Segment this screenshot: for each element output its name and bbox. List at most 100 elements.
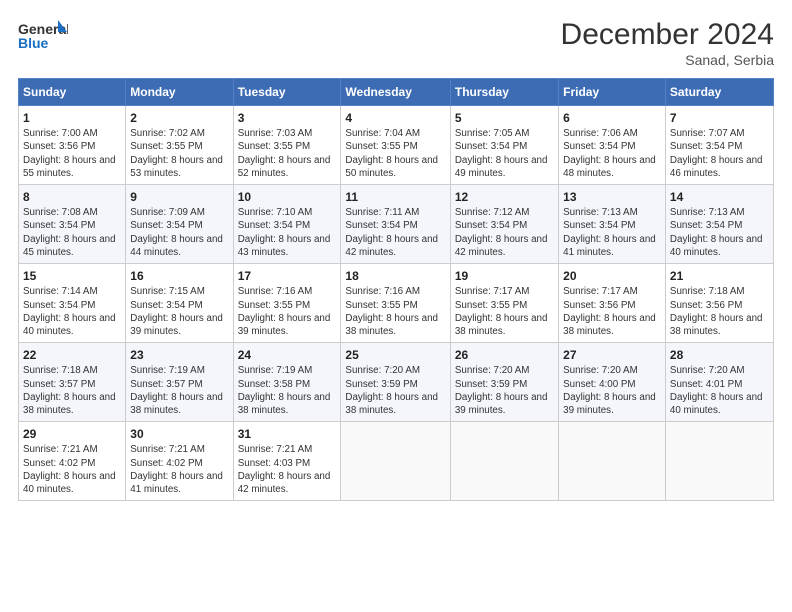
- calendar-cell: 5Sunrise: 7:05 AMSunset: 3:54 PMDaylight…: [450, 106, 558, 185]
- day-number: 26: [455, 347, 554, 363]
- day-number: 24: [238, 347, 337, 363]
- day-info: Sunrise: 7:10 AMSunset: 3:54 PMDaylight:…: [238, 206, 337, 259]
- day-info: Sunrise: 7:21 AMSunset: 4:02 PMDaylight:…: [130, 443, 228, 496]
- day-info: Sunrise: 7:03 AMSunset: 3:55 PMDaylight:…: [238, 127, 337, 180]
- day-info: Sunrise: 7:05 AMSunset: 3:54 PMDaylight:…: [455, 127, 554, 180]
- calendar-cell: 13Sunrise: 7:13 AMSunset: 3:54 PMDayligh…: [559, 185, 666, 264]
- day-info: Sunrise: 7:09 AMSunset: 3:54 PMDaylight:…: [130, 206, 228, 259]
- weekday-header-row: SundayMondayTuesdayWednesdayThursdayFrid…: [19, 79, 774, 106]
- calendar-table: SundayMondayTuesdayWednesdayThursdayFrid…: [18, 78, 774, 501]
- day-number: 13: [563, 189, 661, 205]
- calendar-cell: 16Sunrise: 7:15 AMSunset: 3:54 PMDayligh…: [126, 264, 233, 343]
- day-number: 23: [130, 347, 228, 363]
- day-info: Sunrise: 7:15 AMSunset: 3:54 PMDaylight:…: [130, 285, 228, 338]
- svg-text:Blue: Blue: [18, 35, 49, 51]
- calendar-cell: 29Sunrise: 7:21 AMSunset: 4:02 PMDayligh…: [19, 422, 126, 501]
- day-number: 15: [23, 268, 121, 284]
- header: GeneralBlue December 2024 Sanad, Serbia: [18, 18, 774, 68]
- calendar-cell: 24Sunrise: 7:19 AMSunset: 3:58 PMDayligh…: [233, 343, 341, 422]
- calendar-cell: 18Sunrise: 7:16 AMSunset: 3:55 PMDayligh…: [341, 264, 450, 343]
- day-info: Sunrise: 7:12 AMSunset: 3:54 PMDaylight:…: [455, 206, 554, 259]
- weekday-header-wednesday: Wednesday: [341, 79, 450, 106]
- day-number: 17: [238, 268, 337, 284]
- day-info: Sunrise: 7:04 AMSunset: 3:55 PMDaylight:…: [345, 127, 445, 180]
- day-number: 11: [345, 189, 445, 205]
- weekday-header-tuesday: Tuesday: [233, 79, 341, 106]
- day-number: 21: [670, 268, 769, 284]
- day-info: Sunrise: 7:20 AMSunset: 3:59 PMDaylight:…: [345, 364, 445, 417]
- day-info: Sunrise: 7:14 AMSunset: 3:54 PMDaylight:…: [23, 285, 121, 338]
- day-number: 30: [130, 426, 228, 442]
- weekday-header-saturday: Saturday: [665, 79, 773, 106]
- day-number: 16: [130, 268, 228, 284]
- day-info: Sunrise: 7:06 AMSunset: 3:54 PMDaylight:…: [563, 127, 661, 180]
- day-info: Sunrise: 7:17 AMSunset: 3:55 PMDaylight:…: [455, 285, 554, 338]
- logo: GeneralBlue: [18, 18, 68, 54]
- page: GeneralBlue December 2024 Sanad, Serbia …: [0, 0, 792, 612]
- day-number: 2: [130, 110, 228, 126]
- calendar-cell: 15Sunrise: 7:14 AMSunset: 3:54 PMDayligh…: [19, 264, 126, 343]
- day-number: 12: [455, 189, 554, 205]
- day-info: Sunrise: 7:20 AMSunset: 3:59 PMDaylight:…: [455, 364, 554, 417]
- calendar-cell: [665, 422, 773, 501]
- calendar-cell: 11Sunrise: 7:11 AMSunset: 3:54 PMDayligh…: [341, 185, 450, 264]
- day-info: Sunrise: 7:00 AMSunset: 3:56 PMDaylight:…: [23, 127, 121, 180]
- title-area: December 2024 Sanad, Serbia: [561, 18, 774, 68]
- weekday-header-thursday: Thursday: [450, 79, 558, 106]
- day-info: Sunrise: 7:20 AMSunset: 4:00 PMDaylight:…: [563, 364, 661, 417]
- day-info: Sunrise: 7:07 AMSunset: 3:54 PMDaylight:…: [670, 127, 769, 180]
- day-number: 9: [130, 189, 228, 205]
- day-info: Sunrise: 7:16 AMSunset: 3:55 PMDaylight:…: [238, 285, 337, 338]
- calendar-week-1: 1Sunrise: 7:00 AMSunset: 3:56 PMDaylight…: [19, 106, 774, 185]
- calendar-cell: 25Sunrise: 7:20 AMSunset: 3:59 PMDayligh…: [341, 343, 450, 422]
- calendar-cell: 31Sunrise: 7:21 AMSunset: 4:03 PMDayligh…: [233, 422, 341, 501]
- calendar-cell: 7Sunrise: 7:07 AMSunset: 3:54 PMDaylight…: [665, 106, 773, 185]
- day-number: 3: [238, 110, 337, 126]
- calendar-cell: 19Sunrise: 7:17 AMSunset: 3:55 PMDayligh…: [450, 264, 558, 343]
- day-info: Sunrise: 7:20 AMSunset: 4:01 PMDaylight:…: [670, 364, 769, 417]
- calendar-cell: 14Sunrise: 7:13 AMSunset: 3:54 PMDayligh…: [665, 185, 773, 264]
- day-number: 19: [455, 268, 554, 284]
- calendar-cell: 27Sunrise: 7:20 AMSunset: 4:00 PMDayligh…: [559, 343, 666, 422]
- weekday-header-friday: Friday: [559, 79, 666, 106]
- calendar-cell: 8Sunrise: 7:08 AMSunset: 3:54 PMDaylight…: [19, 185, 126, 264]
- weekday-header-sunday: Sunday: [19, 79, 126, 106]
- calendar-cell: 9Sunrise: 7:09 AMSunset: 3:54 PMDaylight…: [126, 185, 233, 264]
- calendar-week-2: 8Sunrise: 7:08 AMSunset: 3:54 PMDaylight…: [19, 185, 774, 264]
- day-number: 25: [345, 347, 445, 363]
- calendar-week-4: 22Sunrise: 7:18 AMSunset: 3:57 PMDayligh…: [19, 343, 774, 422]
- calendar-cell: 1Sunrise: 7:00 AMSunset: 3:56 PMDaylight…: [19, 106, 126, 185]
- day-number: 28: [670, 347, 769, 363]
- day-info: Sunrise: 7:02 AMSunset: 3:55 PMDaylight:…: [130, 127, 228, 180]
- calendar-cell: 6Sunrise: 7:06 AMSunset: 3:54 PMDaylight…: [559, 106, 666, 185]
- calendar-cell: 12Sunrise: 7:12 AMSunset: 3:54 PMDayligh…: [450, 185, 558, 264]
- calendar-cell: 30Sunrise: 7:21 AMSunset: 4:02 PMDayligh…: [126, 422, 233, 501]
- day-info: Sunrise: 7:16 AMSunset: 3:55 PMDaylight:…: [345, 285, 445, 338]
- day-number: 31: [238, 426, 337, 442]
- calendar-cell: 22Sunrise: 7:18 AMSunset: 3:57 PMDayligh…: [19, 343, 126, 422]
- calendar-cell: [341, 422, 450, 501]
- calendar-cell: 10Sunrise: 7:10 AMSunset: 3:54 PMDayligh…: [233, 185, 341, 264]
- day-info: Sunrise: 7:18 AMSunset: 3:56 PMDaylight:…: [670, 285, 769, 338]
- calendar-cell: [450, 422, 558, 501]
- calendar-cell: 2Sunrise: 7:02 AMSunset: 3:55 PMDaylight…: [126, 106, 233, 185]
- calendar-cell: 4Sunrise: 7:04 AMSunset: 3:55 PMDaylight…: [341, 106, 450, 185]
- day-number: 1: [23, 110, 121, 126]
- calendar-cell: 3Sunrise: 7:03 AMSunset: 3:55 PMDaylight…: [233, 106, 341, 185]
- calendar-cell: [559, 422, 666, 501]
- day-number: 18: [345, 268, 445, 284]
- calendar-cell: 17Sunrise: 7:16 AMSunset: 3:55 PMDayligh…: [233, 264, 341, 343]
- day-info: Sunrise: 7:17 AMSunset: 3:56 PMDaylight:…: [563, 285, 661, 338]
- day-number: 8: [23, 189, 121, 205]
- calendar-week-5: 29Sunrise: 7:21 AMSunset: 4:02 PMDayligh…: [19, 422, 774, 501]
- day-number: 10: [238, 189, 337, 205]
- day-info: Sunrise: 7:13 AMSunset: 3:54 PMDaylight:…: [670, 206, 769, 259]
- month-title: December 2024: [561, 18, 774, 52]
- day-number: 27: [563, 347, 661, 363]
- weekday-header-monday: Monday: [126, 79, 233, 106]
- calendar-cell: 23Sunrise: 7:19 AMSunset: 3:57 PMDayligh…: [126, 343, 233, 422]
- day-info: Sunrise: 7:21 AMSunset: 4:02 PMDaylight:…: [23, 443, 121, 496]
- day-number: 7: [670, 110, 769, 126]
- day-number: 22: [23, 347, 121, 363]
- logo-svg: GeneralBlue: [18, 18, 68, 54]
